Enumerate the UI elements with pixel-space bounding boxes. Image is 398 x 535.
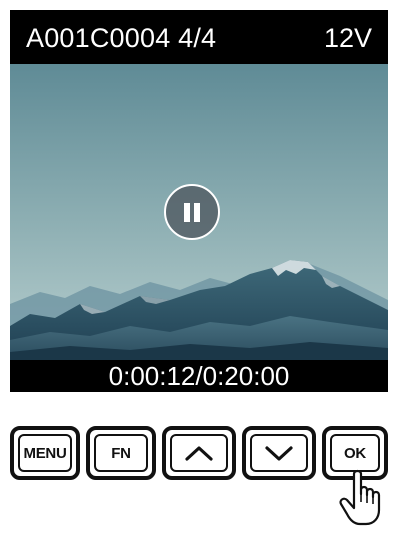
ok-button-label: OK — [344, 444, 366, 462]
clip-label: A001C0004 4/4 — [26, 23, 217, 53]
chevron-down-icon — [265, 446, 293, 461]
menu-button-label: MENU — [23, 444, 67, 462]
timecode: 0:00:12/0:20:00 — [108, 361, 290, 391]
voltage-indicator: 12V — [323, 23, 372, 53]
hand-pointer-icon — [339, 469, 381, 526]
timecode-bar: 0:00:12/0:20:00 — [10, 360, 388, 392]
pause-icon — [184, 203, 190, 222]
up-button[interactable] — [162, 426, 236, 480]
fn-button-label: FN — [111, 444, 131, 462]
status-bar: A001C0004 4/4 12V — [10, 10, 388, 64]
menu-button[interactable]: MENU — [10, 426, 80, 480]
chevron-up-icon — [185, 446, 213, 461]
down-button[interactable] — [242, 426, 316, 480]
video-preview — [10, 64, 388, 360]
monitor-screen: A001C0004 4/4 12V 0:00:12/0:20:00 — [10, 10, 388, 392]
pause-button[interactable] — [164, 184, 220, 240]
control-buttons: MENU FN OK — [10, 426, 388, 486]
fn-button[interactable]: FN — [86, 426, 156, 480]
